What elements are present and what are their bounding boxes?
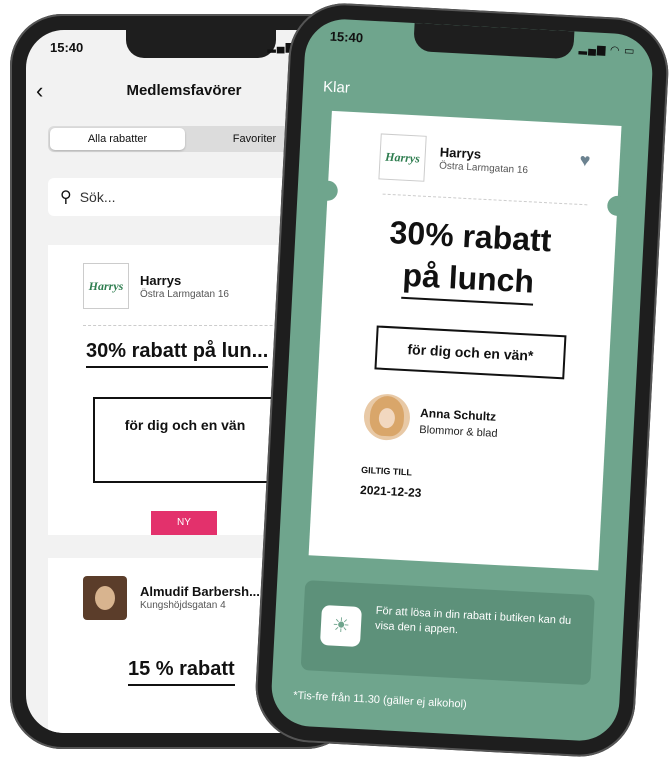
coupon-ticket: Harrys Harrys Östra Larmgatan 16 ♥ 30% r… <box>308 110 628 571</box>
heart-icon[interactable]: ♥ <box>579 150 591 172</box>
business-name: Almudif Barbersh... <box>140 584 260 599</box>
offer-detail: för dig och en vän <box>93 397 277 483</box>
status-time: 15:40 <box>329 28 364 46</box>
divider <box>382 193 588 206</box>
status-time: 15:40 <box>50 40 84 55</box>
right-phone-screen: 15:40 ▂▄▆ ◠ ▭ Klar Harrys Harrys Östra L… <box>269 17 655 743</box>
member-name: Anna Schultz <box>419 405 497 424</box>
barbershop-logo <box>83 576 127 620</box>
redeem-info: ☀ För att lösa in din rabatt i butiken k… <box>300 580 595 686</box>
business-address: Östra Larmgatan 16 <box>140 289 229 300</box>
phone-notch <box>126 30 276 58</box>
footnote: *Tis-fre från 11.30 (gäller ej alkohol) <box>292 689 467 711</box>
close-button[interactable]: Klar <box>323 78 351 96</box>
search-icon: ⚲ <box>60 189 72 206</box>
ticket-cutout <box>606 195 628 217</box>
sun-icon: ☀ <box>319 604 362 648</box>
harrys-logo: Harrys <box>378 133 427 182</box>
offer-title: 30% rabatt på lun... <box>86 340 269 368</box>
avatar <box>362 392 412 442</box>
offer-title-line2-text: på lunch <box>401 256 535 306</box>
business-name: Harrys <box>140 273 182 288</box>
segmented-control: Alla rabatter Favoriter <box>48 126 322 152</box>
redeem-info-text: För att lösa in din rabatt i butiken kan… <box>374 604 572 637</box>
business-name: Harrys <box>439 144 482 162</box>
offer-detail: för dig och en vän* <box>374 325 567 380</box>
valid-label: GILTIG TILL <box>360 464 413 478</box>
valid-date: 2021-12-23 <box>359 482 422 501</box>
right-phone: 15:40 ▂▄▆ ◠ ▭ Klar Harrys Harrys Östra L… <box>252 0 669 759</box>
status-indicators: ▂▄▆ ◠ ▭ <box>578 42 636 58</box>
phone-notch <box>413 23 575 60</box>
new-badge: NY <box>151 511 217 535</box>
ticket-cutout <box>317 180 339 202</box>
tab-all-discounts[interactable]: Alla rabatter <box>50 128 185 150</box>
harrys-logo: Harrys <box>83 263 129 309</box>
search-input[interactable]: Sök... <box>80 189 281 205</box>
business-address: Kungshöjdsgatan 4 <box>140 600 226 611</box>
offer-title: 15 % rabatt <box>128 658 235 686</box>
business-address: Östra Larmgatan 16 <box>438 160 529 177</box>
member-company: Blommor & blad <box>419 423 498 440</box>
